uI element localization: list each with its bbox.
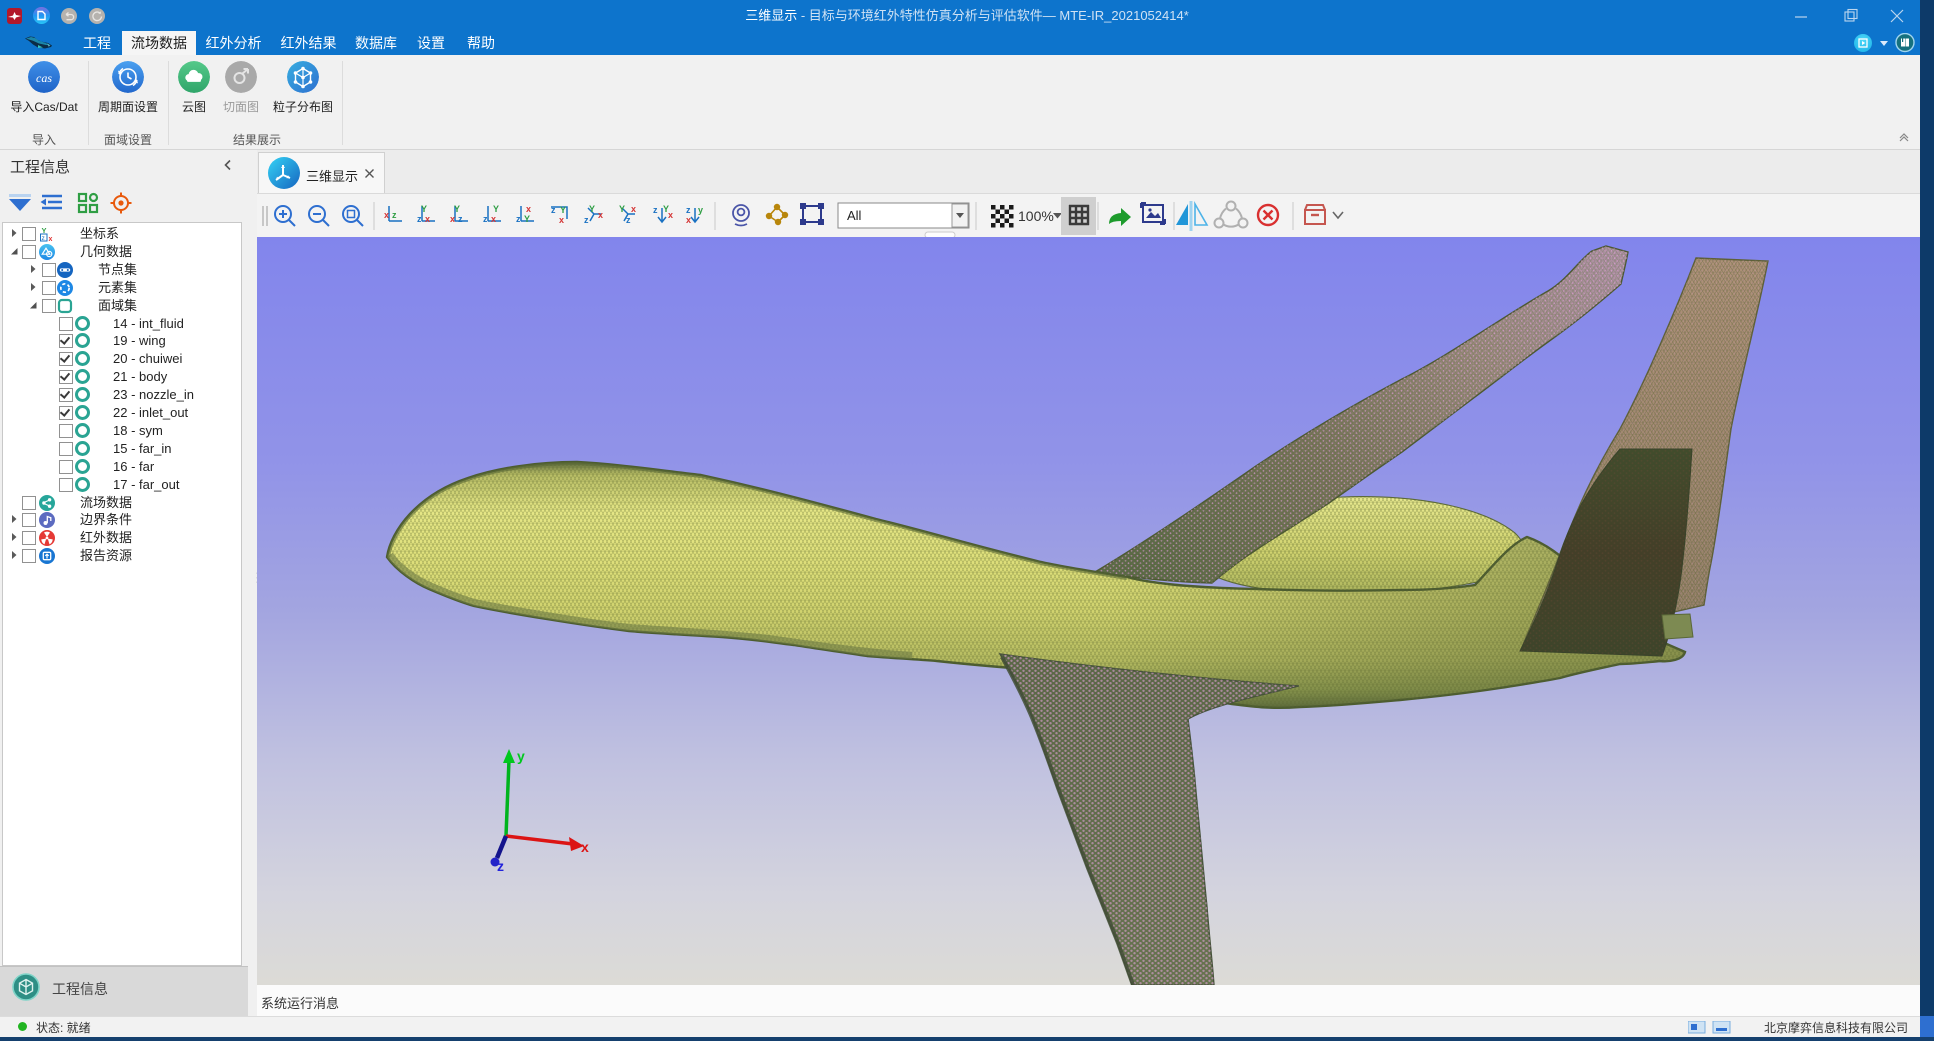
svg-text:z: z [392, 210, 397, 220]
svg-text:Y: Y [560, 205, 566, 215]
svg-text:z: z [653, 205, 658, 215]
svg-text:z: z [584, 215, 589, 225]
svg-text:x: x [668, 210, 673, 220]
svg-text:z: z [42, 235, 45, 242]
svg-text:x: x [631, 204, 636, 214]
svg-text:y: y [517, 748, 525, 764]
svg-text:z: z [551, 205, 556, 215]
svg-text:Y: Y [619, 204, 625, 214]
svg-text:x: x [491, 214, 496, 224]
svg-text:x: x [384, 210, 389, 220]
svg-text:x: x [581, 839, 589, 855]
svg-text:z: z [686, 205, 691, 215]
svg-text:z: z [417, 214, 422, 224]
svg-text:x: x [686, 215, 691, 225]
svg-text:x: x [526, 204, 531, 214]
svg-text:Y: Y [493, 204, 499, 214]
svg-text:z: z [458, 214, 463, 224]
svg-text:z: z [483, 214, 488, 224]
svg-text:cas: cas [36, 71, 52, 85]
svg-text:z: z [516, 214, 521, 224]
svg-text:x: x [425, 214, 430, 224]
svg-text:Y: Y [524, 214, 530, 224]
svg-text:Y: Y [421, 204, 427, 214]
svg-text:y: y [698, 205, 703, 215]
svg-text:100%: 100% [1018, 208, 1054, 224]
svg-text:z: z [497, 858, 504, 874]
svg-text:All: All [847, 208, 862, 223]
svg-text:x: x [598, 210, 603, 220]
svg-text:Y: Y [589, 204, 595, 214]
svg-text:x: x [450, 214, 455, 224]
svg-text:Y: Y [454, 204, 460, 214]
svg-text:z: z [626, 215, 631, 225]
svg-text:x: x [49, 236, 53, 242]
svg-text:x: x [559, 215, 564, 225]
